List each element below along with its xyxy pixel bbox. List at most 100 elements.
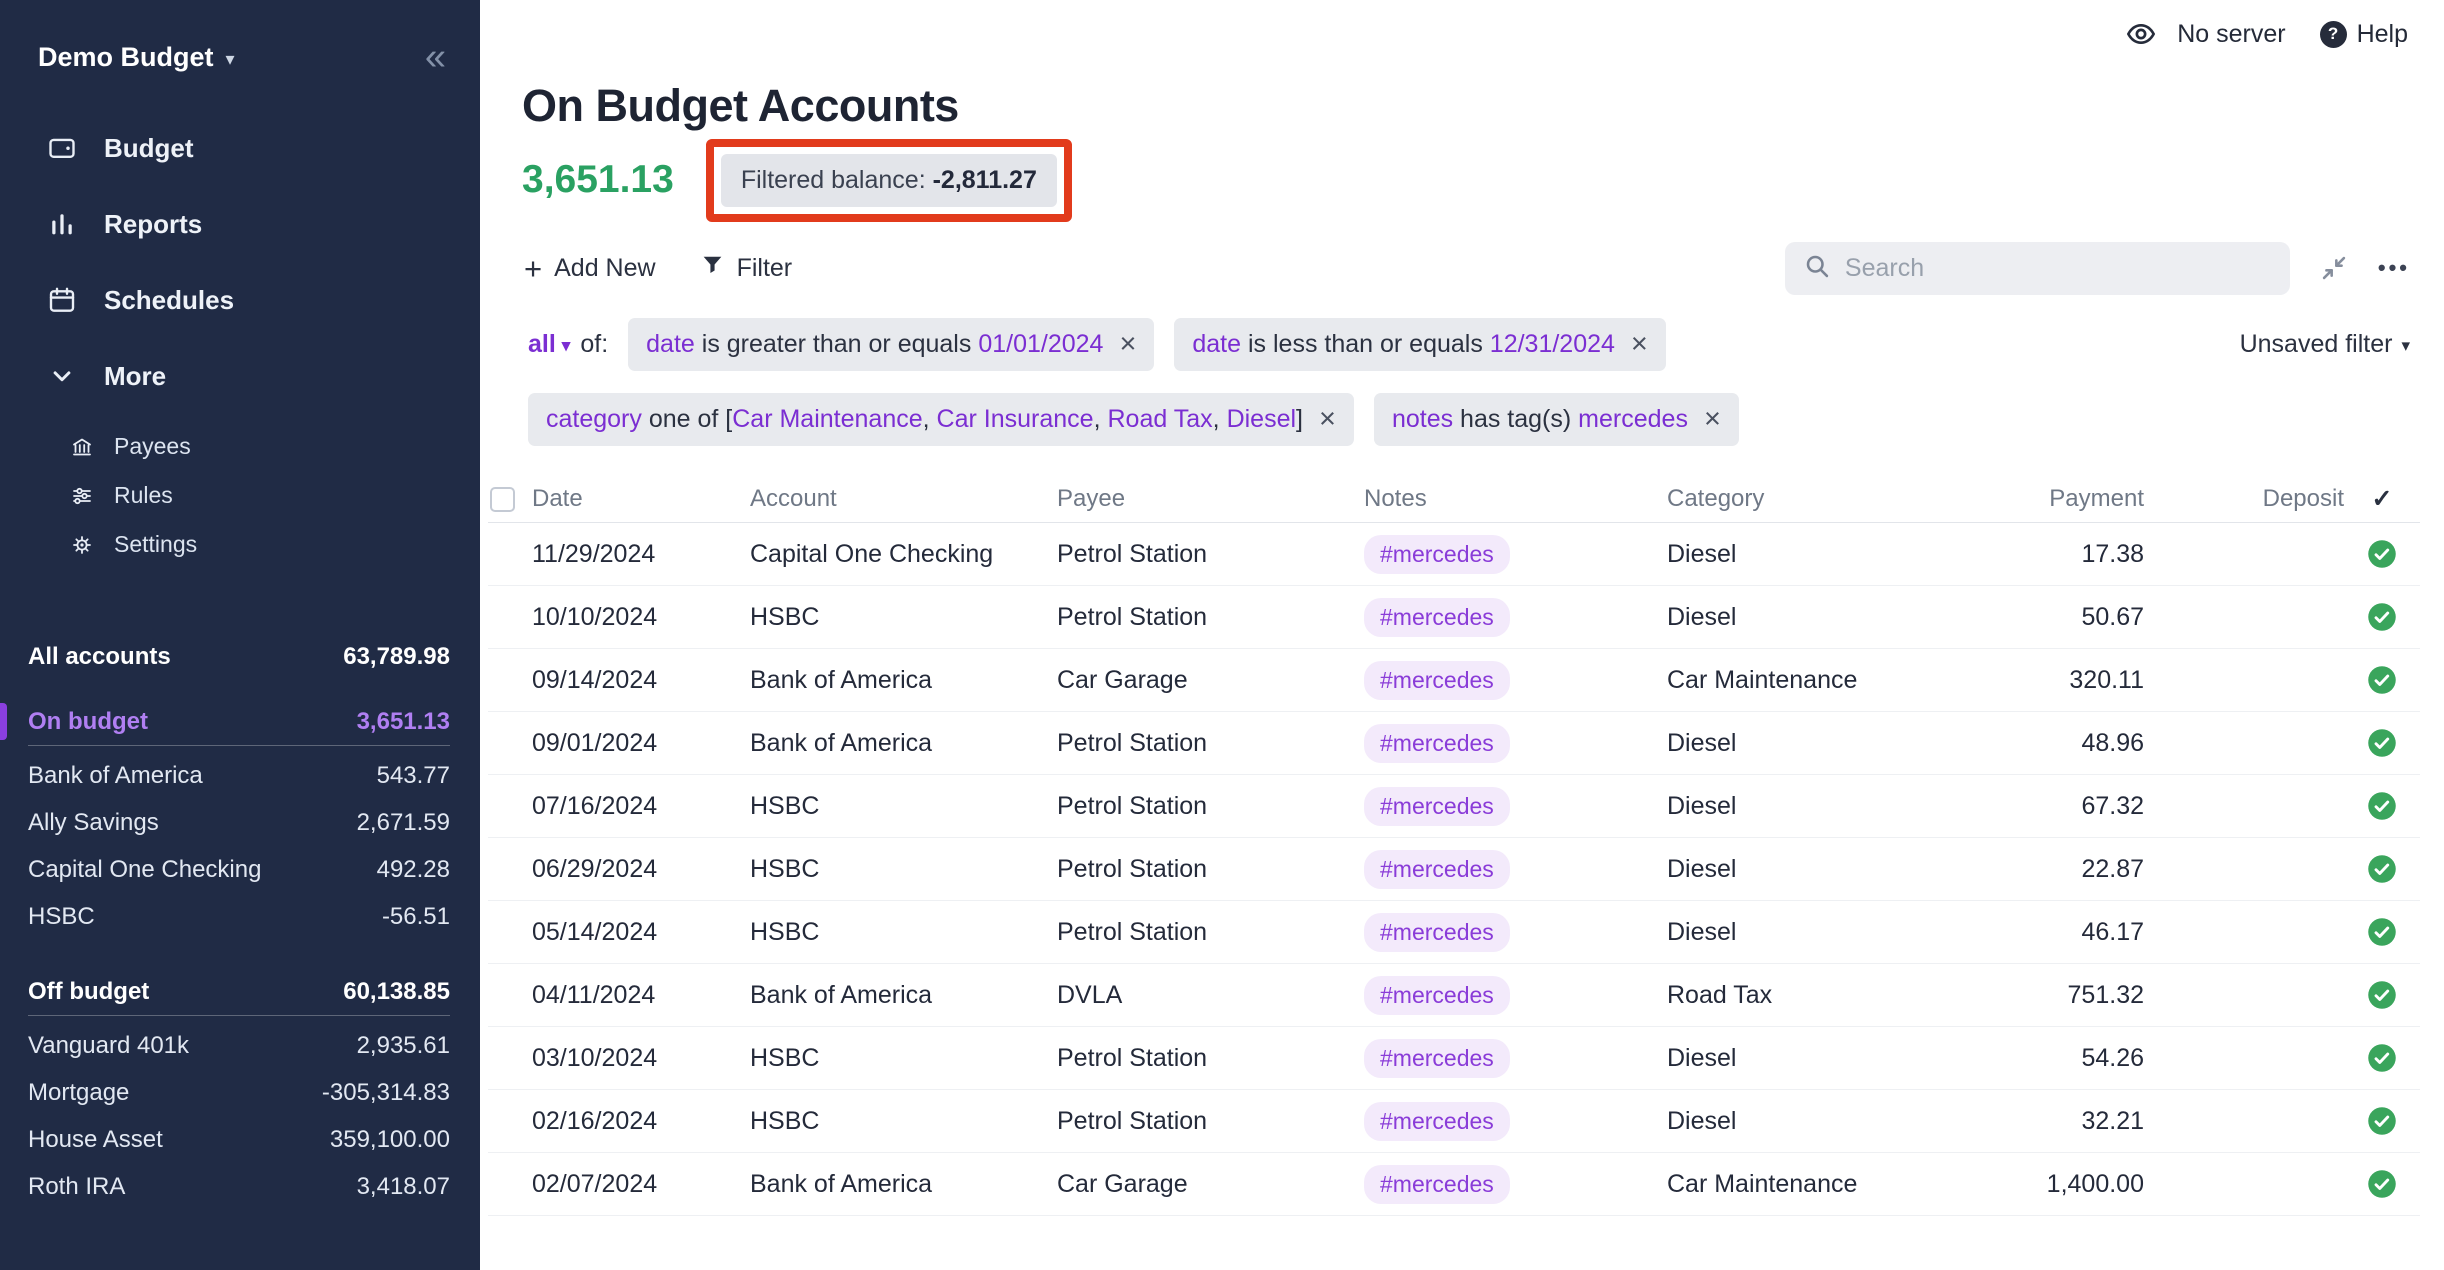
transaction-payment[interactable]: 1,400.00	[1997, 1170, 2144, 1199]
total-balance[interactable]: 3,651.13	[522, 158, 674, 202]
transaction-account[interactable]: HSBC	[750, 1044, 1057, 1073]
help-menu[interactable]: ? Help	[2320, 20, 2408, 49]
cleared-icon[interactable]	[2367, 1106, 2397, 1136]
note-tag[interactable]: #mercedes	[1364, 1039, 1510, 1078]
transaction-account[interactable]: Capital One Checking	[750, 540, 1057, 569]
transaction-account[interactable]: Bank of America	[750, 1170, 1057, 1199]
select-all-checkbox[interactable]	[490, 487, 515, 512]
cleared-icon[interactable]	[2367, 980, 2397, 1010]
cleared-icon[interactable]	[2367, 1169, 2397, 1199]
note-tag[interactable]: #mercedes	[1364, 850, 1510, 889]
filter-condition-notes[interactable]: notes has tag(s) mercedes ×	[1374, 393, 1739, 446]
sidebar-account-item[interactable]: Roth IRA 3,418.07	[28, 1163, 450, 1210]
table-row[interactable]: 09/14/2024 Bank of America Car Garage #m…	[488, 649, 2420, 712]
sidebar-item-budget[interactable]: Budget	[0, 110, 480, 186]
transaction-payment[interactable]: 751.32	[1997, 981, 2144, 1010]
collapse-rows-icon[interactable]	[2320, 254, 2348, 282]
note-tag[interactable]: #mercedes	[1364, 976, 1510, 1015]
transaction-payee[interactable]: Car Garage	[1057, 666, 1364, 695]
transaction-payment[interactable]: 54.26	[1997, 1044, 2144, 1073]
column-header-category[interactable]: Category	[1667, 485, 1997, 513]
transaction-category[interactable]: Diesel	[1667, 603, 1997, 632]
column-header-payee[interactable]: Payee	[1057, 485, 1364, 513]
cleared-icon[interactable]	[2367, 539, 2397, 569]
transaction-payee[interactable]: Petrol Station	[1057, 792, 1364, 821]
transaction-date[interactable]: 04/11/2024	[532, 981, 750, 1010]
transaction-payment[interactable]: 48.96	[1997, 729, 2144, 758]
cleared-icon[interactable]	[2367, 665, 2397, 695]
unsaved-filter-menu[interactable]: Unsaved filter ▾	[2240, 330, 2410, 359]
table-row[interactable]: 10/10/2024 HSBC Petrol Station #mercedes…	[488, 586, 2420, 649]
column-header-deposit[interactable]: Deposit	[2144, 485, 2344, 513]
transaction-category[interactable]: Car Maintenance	[1667, 666, 1997, 695]
transaction-category[interactable]: Road Tax	[1667, 981, 1997, 1010]
transaction-account[interactable]: HSBC	[750, 792, 1057, 821]
transaction-payee[interactable]: Petrol Station	[1057, 540, 1364, 569]
transaction-category[interactable]: Diesel	[1667, 1107, 1997, 1136]
sidebar-item-payees[interactable]: Payees	[0, 422, 480, 471]
note-tag[interactable]: #mercedes	[1364, 1165, 1510, 1204]
cleared-icon[interactable]	[2367, 602, 2397, 632]
filter-condition-date-gte[interactable]: date is greater than or equals 01/01/202…	[628, 318, 1154, 371]
transaction-date[interactable]: 07/16/2024	[532, 792, 750, 821]
transaction-payment[interactable]: 320.11	[1997, 666, 2144, 695]
transaction-account[interactable]: HSBC	[750, 603, 1057, 632]
conjunction-dropdown[interactable]: all ▾	[528, 330, 570, 359]
transaction-date[interactable]: 02/16/2024	[532, 1107, 750, 1136]
cleared-icon[interactable]	[2367, 791, 2397, 821]
sidebar-item-more[interactable]: More	[0, 338, 480, 414]
transaction-payment[interactable]: 17.38	[1997, 540, 2144, 569]
table-row[interactable]: 04/11/2024 Bank of America DVLA #mercede…	[488, 964, 2420, 1027]
transaction-payee[interactable]: Petrol Station	[1057, 855, 1364, 884]
note-tag[interactable]: #mercedes	[1364, 598, 1510, 637]
table-row[interactable]: 03/10/2024 HSBC Petrol Station #mercedes…	[488, 1027, 2420, 1090]
sidebar-item-on-budget[interactable]: On budget 3,651.13	[28, 698, 450, 746]
transaction-category[interactable]: Diesel	[1667, 855, 1997, 884]
close-icon[interactable]: ×	[1119, 330, 1136, 359]
transaction-category[interactable]: Diesel	[1667, 918, 1997, 947]
transaction-payment[interactable]: 22.87	[1997, 855, 2144, 884]
close-icon[interactable]: ×	[1631, 330, 1648, 359]
filter-condition-date-lte[interactable]: date is less than or equals 12/31/2024 ×	[1174, 318, 1665, 371]
add-new-button[interactable]: + Add New	[524, 253, 656, 284]
column-header-date[interactable]: Date	[532, 485, 750, 513]
sidebar-account-item[interactable]: Ally Savings 2,671.59	[28, 799, 450, 846]
sidebar-collapse-button[interactable]: «	[425, 38, 446, 76]
transaction-account[interactable]: Bank of America	[750, 729, 1057, 758]
transaction-payee[interactable]: Petrol Station	[1057, 729, 1364, 758]
note-tag[interactable]: #mercedes	[1364, 661, 1510, 700]
note-tag[interactable]: #mercedes	[1364, 1102, 1510, 1141]
note-tag[interactable]: #mercedes	[1364, 535, 1510, 574]
transaction-payee[interactable]: Car Garage	[1057, 1170, 1364, 1199]
close-icon[interactable]: ×	[1319, 405, 1336, 434]
table-row[interactable]: 09/01/2024 Bank of America Petrol Statio…	[488, 712, 2420, 775]
transaction-payee[interactable]: Petrol Station	[1057, 1044, 1364, 1073]
sidebar-account-item[interactable]: House Asset 359,100.00	[28, 1116, 450, 1163]
sidebar-item-all-accounts[interactable]: All accounts 63,789.98	[28, 633, 450, 680]
transaction-category[interactable]: Diesel	[1667, 540, 1997, 569]
more-options-icon[interactable]: •••	[2378, 255, 2410, 281]
transaction-payment[interactable]: 67.32	[1997, 792, 2144, 821]
transaction-category[interactable]: Car Maintenance	[1667, 1170, 1997, 1199]
transaction-payment[interactable]: 46.17	[1997, 918, 2144, 947]
table-row[interactable]: 02/16/2024 HSBC Petrol Station #mercedes…	[488, 1090, 2420, 1153]
transaction-date[interactable]: 10/10/2024	[532, 603, 750, 632]
transaction-account[interactable]: Bank of America	[750, 666, 1057, 695]
cleared-icon[interactable]	[2367, 1043, 2397, 1073]
table-row[interactable]: 11/29/2024 Capital One Checking Petrol S…	[488, 523, 2420, 586]
column-header-notes[interactable]: Notes	[1364, 485, 1667, 513]
note-tag[interactable]: #mercedes	[1364, 724, 1510, 763]
transaction-date[interactable]: 03/10/2024	[532, 1044, 750, 1073]
budget-switcher[interactable]: Demo Budget ▾	[38, 42, 235, 73]
server-status[interactable]: No server	[2177, 20, 2285, 49]
transaction-category[interactable]: Diesel	[1667, 729, 1997, 758]
close-icon[interactable]: ×	[1704, 405, 1721, 434]
transaction-account[interactable]: HSBC	[750, 918, 1057, 947]
sidebar-item-reports[interactable]: Reports	[0, 186, 480, 262]
sidebar-item-settings[interactable]: Settings	[0, 520, 480, 569]
transaction-category[interactable]: Diesel	[1667, 1044, 1997, 1073]
transaction-account[interactable]: Bank of America	[750, 981, 1057, 1010]
transaction-payee[interactable]: Petrol Station	[1057, 918, 1364, 947]
cleared-icon[interactable]	[2367, 728, 2397, 758]
sidebar-item-schedules[interactable]: Schedules	[0, 262, 480, 338]
